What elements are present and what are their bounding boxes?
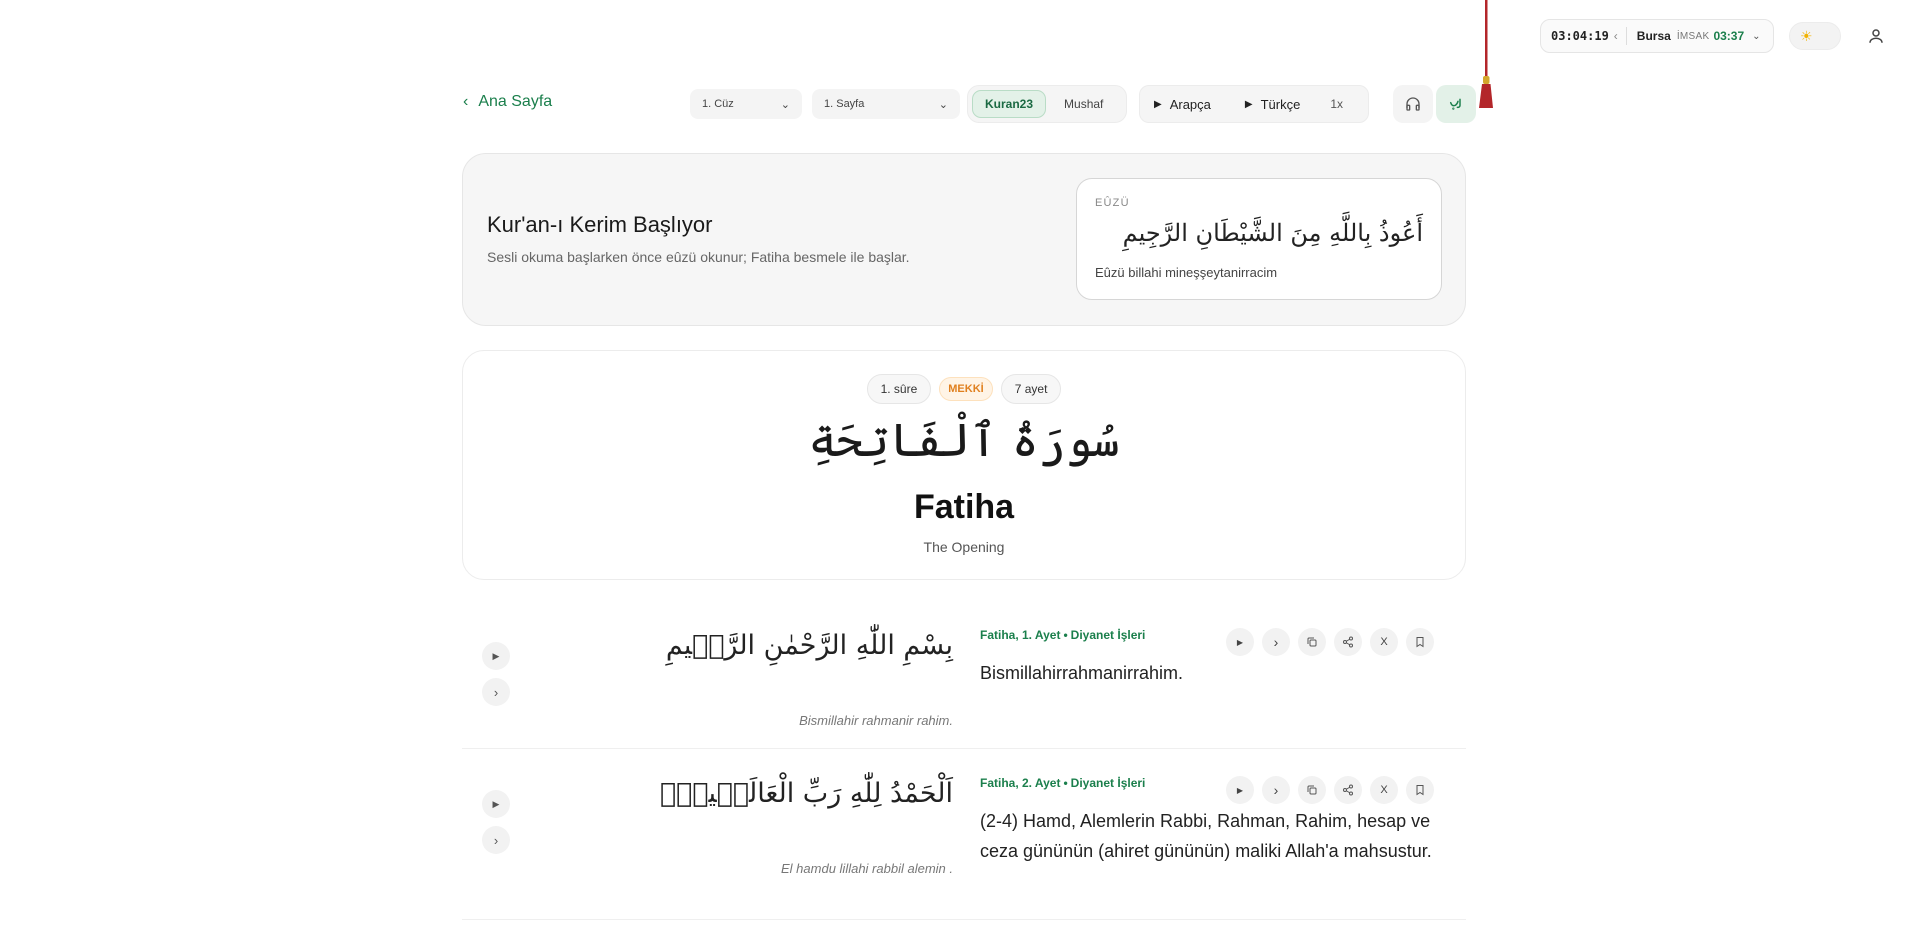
- play-icon: ▶: [1244, 98, 1253, 110]
- divider: [1625, 27, 1627, 45]
- euzu-arabic-text: أَعُوذُ بِاللَّهِ مِنَ الشَّيْطَانِ الرَ…: [1122, 219, 1423, 247]
- verse-arabic-text: اَلْحَمْدُ لِلّٰهِ رَبِّ الْعَالَم۪ينَۙ: [659, 778, 953, 809]
- copy-button[interactable]: [1298, 776, 1326, 804]
- verse-row: ▶ › اَلْحَمْدُ لِلّٰهِ رَبِّ الْعَالَم۪ي…: [462, 760, 1466, 920]
- user-button[interactable]: [1862, 22, 1890, 50]
- verse-next-button[interactable]: ›: [482, 678, 510, 706]
- chevron-right-icon: ›: [1273, 634, 1279, 650]
- verse-transliteration: Bismillahir rahmanir rahim.: [799, 713, 953, 728]
- verse-transliteration: El hamdu lillahi rabbil alemin .: [781, 861, 953, 876]
- user-icon: [1869, 29, 1883, 43]
- share-x-button[interactable]: X: [1370, 628, 1398, 656]
- play-icon: ▶: [492, 798, 500, 809]
- playback-controls: ▶ Arapça ▶ Türkçe 1x: [1139, 85, 1369, 123]
- play-arabic-label: Arapça: [1169, 96, 1211, 112]
- intro-title: Kur'an-ı Kerim Başlıyor: [487, 212, 713, 237]
- back-home-link[interactable]: ‹ Ana Sayfa: [463, 93, 552, 111]
- mode-kuran23[interactable]: Kuran23: [972, 90, 1047, 118]
- verse-source-label: Diyanet İşleri: [1070, 776, 1146, 790]
- intro-subtitle: Sesli okuma başlarken önce eûzü okunur; …: [487, 249, 910, 265]
- play-icon: ▶: [1236, 637, 1244, 647]
- play-icon: ▶: [1236, 785, 1244, 795]
- juz-select[interactable]: 1. Cüz ⌄: [690, 89, 802, 119]
- audio-settings-button[interactable]: [1393, 85, 1433, 123]
- dot-separator: •: [1063, 776, 1068, 790]
- bookmark-button[interactable]: [1406, 776, 1434, 804]
- surah-header-card: 1. sûre MEKKİ 7 ayet سُورَةُ ٱلْفَاتِحَة…: [462, 350, 1466, 580]
- verse-source-label: Diyanet İşleri: [1070, 628, 1146, 642]
- share-button[interactable]: [1334, 776, 1362, 804]
- verse-play-button[interactable]: ▶: [482, 642, 510, 670]
- copy-icon: [1307, 785, 1317, 795]
- play-icon: ▶: [492, 650, 500, 661]
- chevron-left-icon: ‹: [463, 93, 469, 110]
- prayer-time-widget[interactable]: 03:04:19 ‹ Bursa İMSAK 03:37 ⌄: [1540, 19, 1774, 53]
- tassel-bookmark-icon: [1479, 0, 1493, 108]
- verse-reference: Fatiha, 2. Ayet • Diyanet İşleri: [980, 776, 1145, 790]
- verse-next-meal-button[interactable]: ›: [1262, 776, 1290, 804]
- verse-translation: (2-4) Hamd, Alemlerin Rabbi, Rahman, Rah…: [980, 811, 1432, 861]
- mode-mushaf[interactable]: Mushaf: [1052, 90, 1115, 118]
- arabic-letter-icon: [1449, 98, 1461, 110]
- prayer-time: 03:37: [1713, 29, 1745, 43]
- share-button[interactable]: [1334, 628, 1362, 656]
- bookmark-icon: [1416, 637, 1424, 648]
- revelation-type-badge: MEKKİ: [939, 377, 993, 401]
- share-x-button[interactable]: X: [1370, 776, 1398, 804]
- back-home-label: Ana Sayfa: [478, 93, 553, 110]
- verse-reference: Fatiha, 1. Ayet • Diyanet İşleri: [980, 628, 1145, 642]
- prayer-label: İMSAK: [1676, 30, 1710, 42]
- chevron-left-icon: ‹: [1613, 29, 1618, 43]
- verse-play-meal-button[interactable]: ▶: [1226, 628, 1254, 656]
- juz-select-value: 1. Cüz: [702, 98, 734, 110]
- copy-icon: [1307, 637, 1317, 647]
- bookmark-icon: [1416, 785, 1424, 796]
- verse-next-button[interactable]: ›: [482, 826, 510, 854]
- sun-icon: ☀: [1800, 27, 1813, 44]
- copy-button[interactable]: [1298, 628, 1326, 656]
- chevron-down-icon: ⌄: [1752, 30, 1761, 42]
- play-turkish-button[interactable]: ▶ Türkçe: [1245, 97, 1300, 112]
- share-icon: [1343, 784, 1353, 796]
- headphones-icon: [1406, 97, 1420, 111]
- play-arabic-button[interactable]: ▶ Arapça: [1154, 97, 1211, 112]
- chevron-down-icon: ⌄: [780, 98, 790, 111]
- verse-count-badge: 7 ayet: [1000, 374, 1062, 404]
- page-select-value: 1. Sayfa: [824, 98, 865, 110]
- verse-next-meal-button[interactable]: ›: [1262, 628, 1290, 656]
- euzu-card: EÛZÜ أَعُوذُ بِاللَّهِ مِنَ الشَّيْطَانِ…: [1076, 178, 1442, 300]
- city-name: Bursa: [1636, 29, 1671, 43]
- play-turkish-label: Türkçe: [1260, 96, 1301, 112]
- page-select[interactable]: 1. Sayfa ⌄: [812, 89, 960, 119]
- verse-ref-label: Fatiha, 2. Ayet: [980, 776, 1061, 790]
- euzu-transliteration: Eûzü billahi mineşşeytanirracim: [1095, 265, 1278, 280]
- verse-row: ▶ › بِسْمِ اللّٰهِ الرَّحْمٰنِ الرَّح۪يم…: [462, 612, 1466, 749]
- chevron-right-icon: ›: [1273, 782, 1279, 798]
- view-mode-toggle: Kuran23 Mushaf: [967, 85, 1127, 123]
- euzu-label: EÛZÜ: [1095, 197, 1130, 209]
- verse-play-meal-button[interactable]: ▶: [1226, 776, 1254, 804]
- verse-play-button[interactable]: ▶: [482, 790, 510, 818]
- theme-toggle[interactable]: ☀: [1789, 22, 1841, 50]
- chevron-down-icon: ⌄: [938, 98, 948, 111]
- speed-button[interactable]: 1x: [1330, 97, 1343, 111]
- intro-card: Kur'an-ı Kerim Başlıyor Sesli okuma başl…: [462, 153, 1466, 326]
- verse-arabic-text: بِسْمِ اللّٰهِ الرَّحْمٰنِ الرَّح۪يمِ: [665, 630, 953, 661]
- chevron-right-icon: ›: [493, 684, 499, 700]
- verse-ref-label: Fatiha, 1. Ayet: [980, 628, 1061, 642]
- countdown-timer: 03:04:19: [1551, 29, 1609, 43]
- chevron-right-icon: ›: [493, 832, 499, 848]
- surah-name: Fatiha: [913, 488, 1015, 526]
- share-icon: [1343, 636, 1353, 648]
- dot-separator: •: [1063, 628, 1068, 642]
- surah-arabic-name: سُورَةُ ٱلْفَاتِحَةِ: [808, 413, 1120, 467]
- bookmark-button[interactable]: [1406, 628, 1434, 656]
- surah-number-badge: 1. sûre: [866, 374, 932, 404]
- surah-english-name: The Opening: [923, 539, 1005, 555]
- play-icon: ▶: [1154, 98, 1162, 110]
- arabic-script-button[interactable]: [1436, 85, 1476, 123]
- verse-translation: Bismillahirrahmanirrahim.: [980, 663, 1184, 683]
